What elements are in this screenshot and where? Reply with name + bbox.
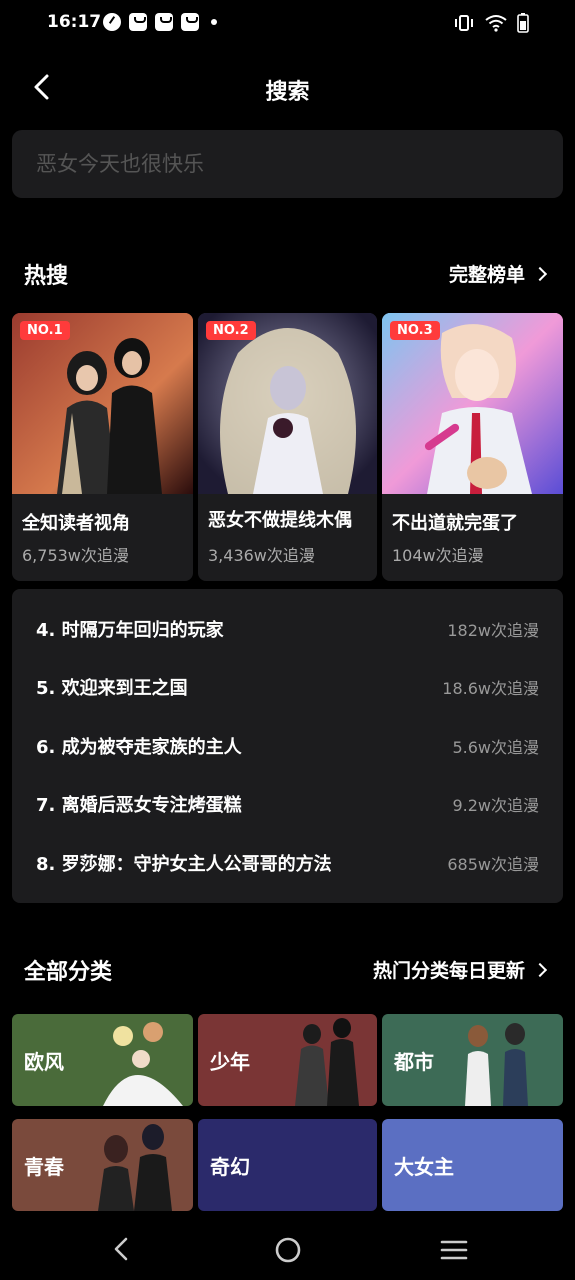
categories-title: 全部分类: [24, 960, 113, 985]
battery-icon: [517, 13, 529, 33]
chevron-right-icon: [532, 266, 548, 281]
category-youth[interactable]: 青春: [12, 1119, 193, 1211]
category-label: 奇幻: [210, 1155, 250, 1179]
category-label: 大女主: [394, 1155, 454, 1179]
follow-count: 3,436w次追漫: [208, 546, 315, 565]
list-item-count: 9.2w次追漫: [452, 796, 539, 815]
chevron-right-icon: [532, 962, 548, 977]
shopping-bag-icon: [155, 13, 173, 31]
list-item-count: 182w次追漫: [447, 621, 539, 640]
list-item[interactable]: 7. 离婚后恶女专注烤蛋糕 9.2w次追漫: [36, 789, 539, 819]
search-box[interactable]: [12, 130, 563, 198]
category-label: 少年: [210, 1050, 250, 1074]
cover-illustration: [198, 313, 377, 494]
category-art: [103, 1022, 183, 1106]
follow-count: 104w次追漫: [392, 546, 484, 565]
hot-list: 4. 时隔万年回归的玩家 182w次追漫 5. 欢迎来到王之国 18.6w次追漫…: [12, 589, 563, 903]
list-item-title: 4. 时隔万年回归的玩家: [36, 620, 224, 641]
vibrate-icon: [455, 15, 473, 31]
list-item[interactable]: 6. 成为被夺走家族的主人 5.6w次追漫: [36, 731, 539, 761]
comic-title: 不出道就完蛋了: [392, 513, 518, 534]
comic-title: 恶女不做提线木偶: [208, 510, 352, 531]
categories-more-link[interactable]: 热门分类每日更新: [372, 956, 548, 983]
rank-badge: NO.3: [390, 321, 440, 340]
nav-back-icon[interactable]: [110, 1236, 132, 1262]
cover-illustration: [382, 313, 563, 494]
category-art: [465, 1023, 528, 1106]
page-title: 搜索: [265, 80, 310, 105]
list-item-title: 6. 成为被夺走家族的主人: [36, 737, 242, 758]
search-input[interactable]: [12, 130, 563, 198]
category-urban[interactable]: 都市: [382, 1014, 563, 1106]
rank-badge: NO.2: [206, 321, 256, 340]
category-shounen[interactable]: 少年: [198, 1014, 377, 1106]
full-ranking-label: 完整榜单: [448, 264, 525, 286]
list-item[interactable]: 8. 罗莎娜：守护女主人公哥哥的方法 685w次追漫: [36, 848, 539, 878]
categories-more-label: 热门分类每日更新: [372, 960, 525, 982]
cover-illustration: [12, 313, 193, 494]
status-time: 16:17: [47, 12, 102, 32]
shopping-bag-icon: [181, 13, 199, 31]
category-label: 青春: [24, 1155, 64, 1179]
system-icons: [453, 13, 529, 33]
nav-menu-icon[interactable]: [440, 1238, 468, 1262]
wifi-icon: [485, 15, 507, 32]
more-notifications-dot-icon: [211, 19, 217, 25]
category-heroine[interactable]: 大女主: [382, 1119, 563, 1211]
system-nav-bar: [0, 1212, 575, 1280]
category-label: 欧风: [24, 1050, 64, 1074]
hot-search-title: 热搜: [24, 264, 69, 289]
list-item-count: 685w次追漫: [447, 855, 539, 874]
notification-icons: [103, 13, 217, 31]
list-item-count: 5.6w次追漫: [452, 738, 539, 757]
list-item-title: 8. 罗莎娜：守护女主人公哥哥的方法: [36, 854, 332, 875]
follow-count: 6,753w次追漫: [22, 546, 129, 565]
category-art: [98, 1124, 172, 1211]
category-art: [295, 1018, 359, 1106]
hot-card-2[interactable]: NO.2 恶女不做提线木偶 3,436w次追漫: [198, 313, 377, 581]
list-item-count: 18.6w次追漫: [442, 679, 539, 698]
full-ranking-link[interactable]: 完整榜单: [448, 260, 548, 287]
list-item[interactable]: 4. 时隔万年回归的玩家 182w次追漫: [36, 614, 539, 644]
status-bar: 16:17: [0, 0, 575, 46]
comic-cover: NO.2: [198, 313, 377, 494]
category-europe[interactable]: 欧风: [12, 1014, 193, 1106]
comic-cover: NO.3: [382, 313, 563, 494]
list-item-title: 5. 欢迎来到王之国: [36, 678, 188, 699]
nav-home-icon[interactable]: [274, 1236, 302, 1264]
header: 搜索: [0, 60, 575, 116]
comic-title: 全知读者视角: [22, 513, 130, 534]
category-label: 都市: [394, 1050, 434, 1074]
hot-card-3[interactable]: NO.3 不出道就完蛋了 104w次追漫: [382, 313, 563, 581]
category-fantasy[interactable]: 奇幻: [198, 1119, 377, 1211]
list-item[interactable]: 5. 欢迎来到王之国 18.6w次追漫: [36, 672, 539, 702]
shopping-bag-icon: [129, 13, 147, 31]
speedometer-icon: [103, 13, 121, 31]
comic-cover: NO.1: [12, 313, 193, 494]
rank-badge: NO.1: [20, 321, 70, 340]
hot-card-1[interactable]: NO.1 全知读者视角 6,753w次追漫: [12, 313, 193, 581]
list-item-title: 7. 离婚后恶女专注烤蛋糕: [36, 795, 242, 816]
